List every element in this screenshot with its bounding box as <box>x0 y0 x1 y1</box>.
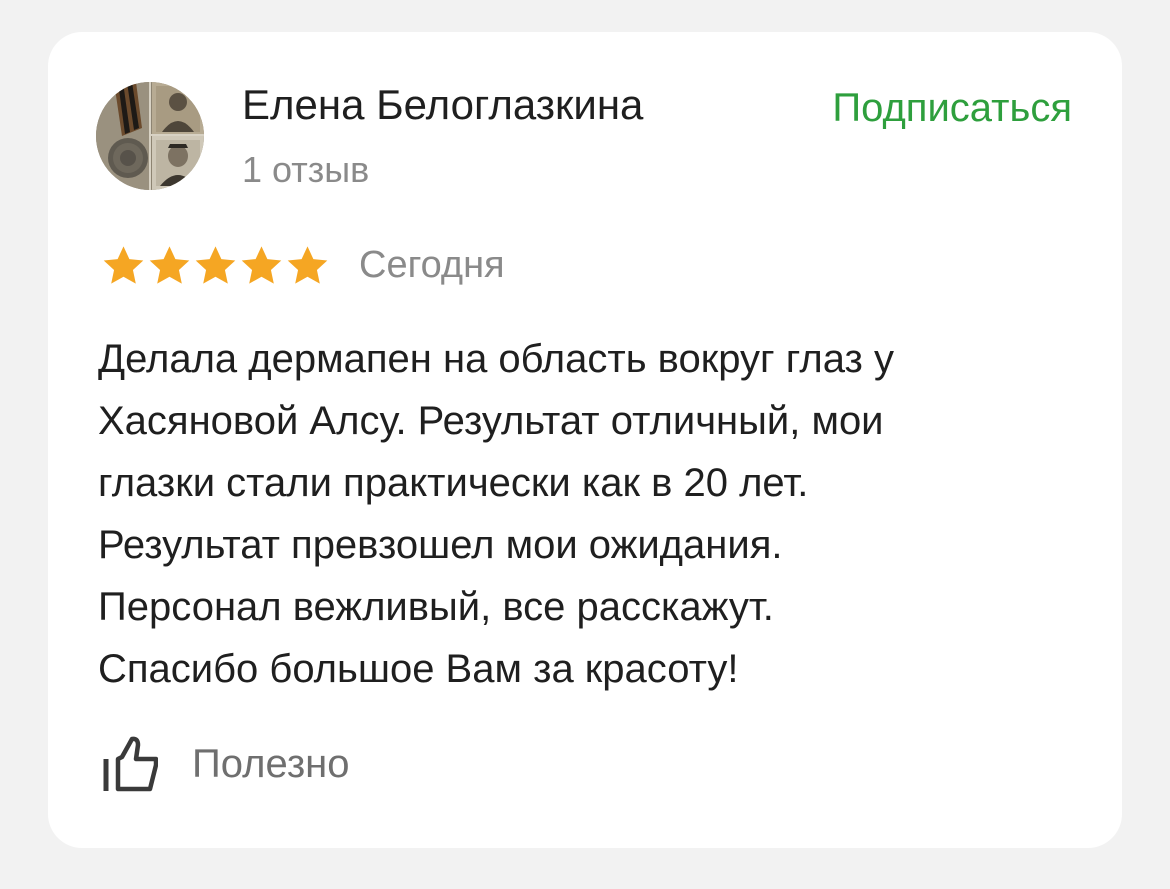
star-icon <box>241 245 282 284</box>
review-date: Сегодня <box>359 244 505 286</box>
star-icon <box>195 245 236 284</box>
review-text-line: Хасяновой Алсу. Результат отличный, мои <box>98 399 884 443</box>
author-name[interactable]: Елена Белоглазкина <box>242 80 643 130</box>
subscribe-button[interactable]: Подписаться <box>832 84 1072 132</box>
review-text-line: Спасибо большое Вам за красоту! <box>98 647 739 691</box>
author-avatar[interactable] <box>96 82 204 190</box>
star-icon <box>149 245 190 284</box>
rating-row: Сегодня <box>102 242 505 288</box>
review-text-line: Делала дермапен на область вокруг глаз у <box>98 337 894 381</box>
star-rating <box>102 245 329 286</box>
helpful-button[interactable]: Полезно <box>102 734 350 794</box>
review-text-line: Персонал вежливый, все расскажут. <box>98 585 774 629</box>
thumbs-up-icon <box>103 736 158 792</box>
star-icon <box>103 245 144 284</box>
review-text-line: Результат превзошел мои ожидания. <box>98 523 783 567</box>
review-text: Делала дермапен на область вокруг глаз у… <box>98 328 1058 700</box>
helpful-label: Полезно <box>192 742 350 786</box>
review-card: Елена Белоглазкина 1 отзыв Подписаться С… <box>48 32 1122 848</box>
author-review-count[interactable]: 1 отзыв <box>242 148 369 192</box>
review-text-line: глазки стали практически как в 20 лет. <box>98 461 809 505</box>
star-icon <box>287 245 328 284</box>
avatar-photo-collage-icon <box>96 82 204 190</box>
